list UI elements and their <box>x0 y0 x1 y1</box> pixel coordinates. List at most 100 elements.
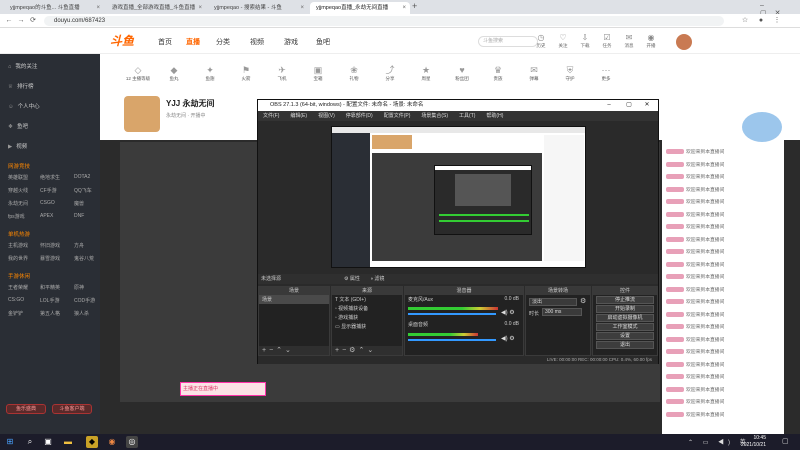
category-item[interactable]: ✉ 弹幕 <box>518 64 550 82</box>
speaker-icon[interactable]: ◀) ⚙ <box>501 309 515 316</box>
sidebar-cell[interactable]: fps游戏 <box>8 213 25 220</box>
sidebar-client-button[interactable]: 斗鱼客户端 <box>52 404 92 414</box>
task-icon[interactable]: ☑ 任务 <box>596 33 618 53</box>
sidebar-item-rank[interactable]: ♕ 排行榜 <box>8 82 33 90</box>
sidebar-cell[interactable]: 魔兽 <box>74 200 84 207</box>
close-icon[interactable]: × <box>96 2 100 14</box>
menu-help[interactable]: 帮助(H) <box>486 113 503 119</box>
settings-button[interactable]: 设置 <box>596 332 654 340</box>
category-item[interactable]: ♛ 贵族 <box>482 64 514 82</box>
sidebar-cell[interactable]: 鬼谷八荒 <box>74 255 94 262</box>
sidebar-cell[interactable]: 方舟 <box>74 242 84 249</box>
menu-docks[interactable]: 停靠部件(D) <box>346 113 373 119</box>
close-icon[interactable]: ✕ <box>638 100 656 111</box>
notification-icon[interactable]: ▢ <box>782 437 789 445</box>
start-recording-button[interactable]: 开始录制 <box>596 305 654 313</box>
browser-tab[interactable]: 游戏直播_全部游戏直播_斗鱼直播 × <box>106 2 206 14</box>
nav-live[interactable]: 直播 <box>186 37 200 47</box>
source-item[interactable]: T 文本 (GDI+) <box>332 295 402 304</box>
url-input[interactable]: douyu.com/687423 <box>44 16 724 26</box>
sidebar-cell[interactable]: CS:GO <box>8 297 24 303</box>
close-icon[interactable]: × <box>300 2 304 14</box>
category-item[interactable]: ✈ 飞机 <box>266 64 298 82</box>
menu-scene-collection[interactable]: 场景集合(S) <box>421 113 448 119</box>
profile-icon[interactable]: ● <box>756 16 766 26</box>
windows-start-icon[interactable]: ⊞ <box>4 436 16 448</box>
nav-video[interactable]: 视频 <box>250 37 264 47</box>
menu-icon[interactable]: ⋮ <box>772 16 782 26</box>
sidebar-item-follow[interactable]: ⌂ 我的关注 <box>8 62 37 70</box>
streamer-avatar[interactable] <box>124 96 160 132</box>
category-item[interactable]: ◆ 鱼丸 <box>158 64 190 82</box>
nav-fishbar[interactable]: 鱼吧 <box>316 37 330 47</box>
sidebar-cell[interactable]: 英雄联盟 <box>8 174 28 181</box>
sidebar-cell[interactable]: CSGO <box>40 200 55 206</box>
sidebar-cell[interactable]: 主机游戏 <box>8 242 28 249</box>
menu-edit[interactable]: 编辑(E) <box>290 113 307 119</box>
follow-icon[interactable]: ♡ 关注 <box>552 33 574 53</box>
close-icon[interactable]: × <box>198 2 202 14</box>
chrome-icon[interactable]: ◉ <box>106 436 118 448</box>
star-icon[interactable]: ☆ <box>740 16 750 26</box>
sidebar-cell[interactable]: APEX <box>40 213 53 219</box>
filters-button[interactable]: ◑ 滤镜 <box>370 274 384 284</box>
sidebar-cell[interactable]: 绝地求生 <box>40 174 60 181</box>
category-item[interactable]: ♥ 粉丝团 <box>446 64 478 82</box>
sidebar-cell[interactable]: 和平精英 <box>40 284 60 291</box>
taskbar-clock[interactable]: 10:45 2021/10/21 <box>741 435 766 449</box>
scene-item[interactable]: 场景 <box>259 295 329 304</box>
sidebar-item-fishbar[interactable]: ❖ 鱼吧 <box>8 122 28 130</box>
minimize-icon[interactable]: – <box>600 100 618 111</box>
sidebar-promo-button[interactable]: 鱼乐盛典 <box>6 404 46 414</box>
volume-slider[interactable] <box>408 313 496 315</box>
menu-view[interactable]: 视图(V) <box>318 113 335 119</box>
sources-dock-controls[interactable]: +−⚙⌃⌄ <box>332 346 402 355</box>
history-icon[interactable]: ◷ 历史 <box>530 33 552 53</box>
sidebar-cell[interactable]: COD手游 <box>74 297 95 304</box>
obs-preview-canvas[interactable] <box>331 126 586 268</box>
exit-button[interactable]: 退出 <box>596 341 654 349</box>
sidebar-cell[interactable]: QQ飞车 <box>74 187 92 194</box>
sidebar-cell[interactable]: 穿越火线 <box>8 187 28 194</box>
download-icon[interactable]: ⇩ 下载 <box>574 33 596 53</box>
douyu-logo[interactable]: 斗鱼 <box>110 32 142 48</box>
nav-category[interactable]: 分类 <box>216 37 230 47</box>
sidebar-item-video[interactable]: ▶ 视频 <box>8 142 27 150</box>
close-icon[interactable]: × <box>402 2 406 14</box>
browser-tab[interactable]: yjjmpeqao的斗鱼... 斗鱼直播 × <box>4 2 104 14</box>
category-item[interactable]: ⤴ 分享 <box>374 64 406 82</box>
sidebar-cell[interactable]: 王者荣耀 <box>8 284 28 291</box>
new-tab-button[interactable]: + <box>412 1 417 11</box>
sidebar-cell[interactable]: 第五人格 <box>40 310 60 317</box>
sidebar-cell[interactable]: LOL手游 <box>40 297 59 304</box>
menu-file[interactable]: 文件(F) <box>263 113 279 119</box>
virtual-camera-button[interactable]: 启动虚拟摄像机 <box>596 314 654 322</box>
message-icon[interactable]: ✉ 消息 <box>618 33 640 53</box>
browser-tab[interactable]: yjjmpeqao - 搜索结果 - 斗鱼 × <box>208 2 308 14</box>
sidebar-cell[interactable]: 永劫无间 <box>8 200 28 207</box>
menu-tools[interactable]: 工具(T) <box>459 113 475 119</box>
maximize-icon[interactable]: ▢ <box>620 100 638 111</box>
volume-slider[interactable] <box>408 339 496 341</box>
studio-mode-button[interactable]: 工作室模式 <box>596 323 654 331</box>
sidebar-cell[interactable]: 原神 <box>74 284 84 291</box>
sidebar-cell[interactable]: 我的世界 <box>8 255 28 262</box>
sidebar-cell[interactable]: DNF <box>74 213 84 219</box>
menu-profile[interactable]: 配置文件(P) <box>384 113 411 119</box>
category-item[interactable]: ⚑ 火箭 <box>230 64 262 82</box>
category-item[interactable]: ❀ 礼物 <box>338 64 370 82</box>
obs-icon[interactable]: ◎ <box>126 436 138 448</box>
forward-icon[interactable]: → <box>16 16 26 26</box>
back-icon[interactable]: ← <box>4 16 14 26</box>
sidebar-cell[interactable]: DOTA2 <box>74 174 90 180</box>
browser-tab-active[interactable]: yjjmpeqao直播_永劫无间直播 × <box>310 2 410 14</box>
sidebar-item-center[interactable]: ☺ 个人中心 <box>8 102 40 110</box>
properties-button[interactable]: ⚙ 属性 <box>344 274 360 284</box>
sidebar-cell[interactable]: CF手游 <box>40 187 57 194</box>
category-item[interactable]: ◇ 12 主播等级 <box>122 64 154 82</box>
file-explorer-icon[interactable]: ▬ <box>62 436 74 448</box>
stop-streaming-button[interactable]: 停止推流 <box>596 296 654 304</box>
sidebar-cell[interactable]: 金铲铲 <box>8 310 23 317</box>
source-item[interactable]: ▭ 显示器捕获 <box>332 322 402 331</box>
task-view-icon[interactable]: ▣ <box>42 436 54 448</box>
